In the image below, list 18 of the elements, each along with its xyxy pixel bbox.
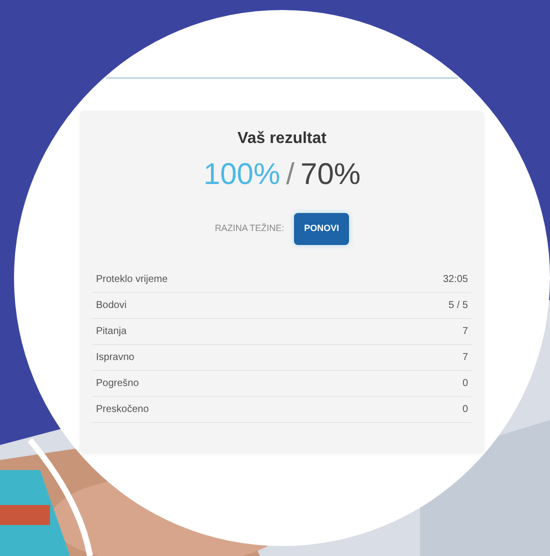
stat-label: Pitanja <box>96 324 127 338</box>
stat-label: Ispravno <box>96 350 134 364</box>
pass-mark-value: 70% <box>300 157 361 193</box>
difficulty-button[interactable]: PONOVI <box>294 213 350 244</box>
stat-value: 0 <box>462 376 468 390</box>
score-value: 100% <box>203 157 280 193</box>
stat-value: 5 / 5 <box>448 298 468 312</box>
stat-label: Bodovi <box>96 298 127 312</box>
stat-value: 7 <box>462 324 468 338</box>
stat-value: 0 <box>462 402 468 416</box>
stat-label: Proteklo vrijeme <box>96 272 168 286</box>
difficulty-label: RAZINA TEŽINE: <box>214 222 284 235</box>
score-separator: / <box>286 157 295 193</box>
stat-label: Preskočeno <box>96 402 149 416</box>
stat-label: Pogrešno <box>96 376 139 390</box>
stat-value: 32:05 <box>442 272 468 286</box>
stat-value: 7 <box>462 350 468 364</box>
result-title: Vaš rezultat <box>236 129 328 149</box>
